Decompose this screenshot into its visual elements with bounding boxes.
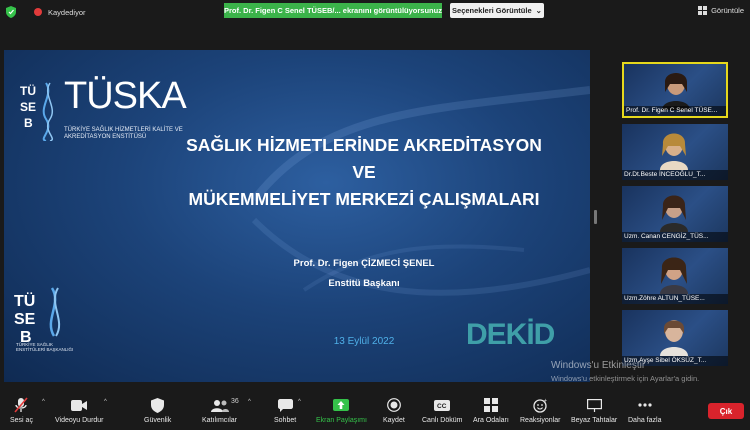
closed-captions-icon: CC — [433, 396, 451, 414]
security-shield-icon — [149, 396, 167, 414]
tuseb-bottom-caption: TÜRKİYE SAĞLIK ENSTİTÜLERİ BAŞKANLIĞI — [16, 342, 74, 352]
view-options-label: Seçenekleri Görüntüle — [452, 6, 532, 15]
record-dot-icon — [34, 8, 42, 16]
unmute-button[interactable]: Sesi aç — [10, 396, 33, 424]
stop-video-button[interactable]: Videoyu Durdur — [55, 396, 104, 424]
unmute-label: Sesi aç — [10, 417, 33, 424]
svg-text:+: + — [543, 398, 547, 404]
record-icon — [385, 396, 403, 414]
tuska-wordmark: TÜSKA — [64, 75, 187, 117]
live-transcript-label: Canlı Döküm — [422, 417, 463, 424]
svg-text:SE: SE — [14, 311, 36, 328]
video-camera-icon — [70, 396, 88, 414]
view-button[interactable]: Görüntüle — [698, 6, 744, 15]
more-button[interactable]: Daha fazla — [628, 396, 661, 424]
participant-name: Uzm.Zöhre ALTUN_TÜSE... — [622, 294, 728, 304]
participant-tile[interactable]: Prof. Dr. Figen C Senel TÜSE... — [622, 62, 728, 118]
slide-title: SAĞLIK HİZMETLERİNDE AKREDİTASYON VE MÜK… — [144, 132, 584, 213]
title-line-1: SAĞLIK HİZMETLERİNDE AKREDİTASYON — [186, 135, 542, 155]
share-screen-icon — [332, 396, 350, 414]
reactions-button[interactable]: + Reaksiyonlar — [520, 396, 560, 424]
tuseb-bottom-emblem-icon: TÜ SE B — [14, 287, 61, 346]
svg-text:TÜ: TÜ — [14, 291, 35, 310]
shared-screen-slide: TÜ SE B TÜSKA TÜRKİYE SAĞLIK HİZMETLERİ … — [4, 50, 590, 382]
view-options-button[interactable]: Seçenekleri Görüntüle ⌄ — [450, 3, 544, 18]
participant-name: Prof. Dr. Figen C Senel TÜSE... — [624, 106, 726, 116]
breakout-rooms-button[interactable]: Ara Odaları — [473, 396, 509, 424]
top-bar: Kaydediyor Prof. Dr. Figen C Senel TÜSEB… — [0, 0, 750, 24]
share-screen-button[interactable]: Ekran Paylaşımı — [316, 396, 367, 424]
participant-name: Uzm. Canan CENGİZ_TÜS... — [622, 232, 728, 242]
participant-tile[interactable]: Uzm. Canan CENGİZ_TÜS... — [622, 186, 728, 242]
title-line-3: MÜKEMMELİYET MERKEZİ ÇALIŞMALARI — [188, 189, 540, 209]
muted-microphone-icon — [12, 396, 30, 414]
more-label: Daha fazla — [628, 417, 662, 424]
breakout-rooms-label: Ara Odaları — [473, 417, 509, 424]
participants-options-caret-icon[interactable]: ^ — [248, 399, 251, 405]
stop-video-label: Videoyu Durdur — [55, 417, 104, 424]
participant-tile[interactable]: Uzm.Zöhre ALTUN_TÜSE... — [622, 248, 728, 304]
chat-button[interactable]: Sohbet — [274, 396, 296, 424]
windows-activation-subtitle: Windows'u etkinleştirmek için Ayarlar'a … — [551, 374, 700, 383]
video-options-caret-icon[interactable]: ^ — [104, 399, 107, 405]
svg-text:SE: SE — [20, 100, 36, 114]
chat-label: Sohbet — [274, 417, 297, 424]
record-label: Kaydet — [383, 417, 405, 424]
whiteboard-label: Beyaz Tahtalar — [571, 417, 618, 424]
presenter-name: Prof. Dr. Figen ÇİZMECİ ŞENEL — [293, 258, 435, 269]
svg-text:TÜ: TÜ — [20, 83, 36, 98]
dekid-logo: DEKİD — [466, 318, 555, 351]
title-line-2: VE — [352, 162, 376, 182]
meeting-toolbar: Sesi aç ^ Videoyu Durdur ^ Güvenlik Katı… — [0, 392, 750, 430]
breakout-rooms-icon — [482, 396, 500, 414]
participant-video-icon — [660, 257, 688, 294]
record-button[interactable]: Kaydet — [383, 396, 405, 424]
participant-tile[interactable]: Uzm.Ayşe Sibel ÖKSÜZ_T... — [622, 310, 728, 366]
view-label: Görüntüle — [711, 6, 744, 15]
grid-view-icon — [698, 6, 708, 15]
participants-count: 36 — [231, 398, 239, 405]
reactions-label: Reaksiyonlar — [520, 417, 561, 424]
share-screen-label: Ekran Paylaşımı — [316, 417, 367, 424]
more-dots-icon — [636, 396, 654, 414]
slide-date: 13 Eylül 2022 — [333, 336, 395, 347]
chevron-down-icon: ⌄ — [535, 6, 542, 15]
screen-share-banner: Prof. Dr. Figen C Senel TÜSEB/... ekranı… — [224, 3, 442, 18]
panel-resize-handle[interactable] — [594, 210, 597, 224]
live-transcript-button[interactable]: CC Canlı Döküm — [422, 396, 462, 424]
audio-options-caret-icon[interactable]: ^ — [42, 399, 45, 405]
svg-text:B: B — [24, 116, 33, 130]
participant-video-icon — [662, 73, 690, 110]
participant-video-icon — [660, 195, 688, 232]
participants-icon — [210, 396, 229, 414]
chat-options-caret-icon[interactable]: ^ — [298, 399, 301, 405]
whiteboard-icon — [585, 396, 603, 414]
recording-label: Kaydediyor — [48, 7, 86, 17]
participant-name: Dr.Dt.Beste İNCEOĞLU_T... — [622, 170, 728, 180]
recording-indicator[interactable]: Kaydediyor — [6, 6, 86, 18]
presenter-role: Enstitü Başkanı — [328, 278, 400, 289]
tuseb-emblem-icon: TÜ SE B — [20, 82, 53, 141]
smiley-plus-icon: + — [531, 396, 549, 414]
participant-video-icon — [660, 320, 688, 356]
security-label: Güvenlik — [144, 417, 172, 424]
participant-tile[interactable]: Dr.Dt.Beste İNCEOĞLU_T... — [622, 124, 728, 180]
participants-label: Katılımcılar — [202, 417, 238, 424]
svg-text:CC: CC — [437, 403, 447, 410]
shield-icon[interactable] — [6, 6, 16, 18]
leave-meeting-button[interactable]: Çık — [708, 403, 744, 419]
whiteboard-button[interactable]: Beyaz Tahtalar — [571, 396, 617, 424]
windows-activation-watermark: Windows'u Etkinleştir — [551, 360, 646, 371]
participant-video-icon — [660, 133, 688, 170]
chat-bubble-icon — [276, 396, 294, 414]
security-button[interactable]: Güvenlik — [144, 396, 171, 424]
